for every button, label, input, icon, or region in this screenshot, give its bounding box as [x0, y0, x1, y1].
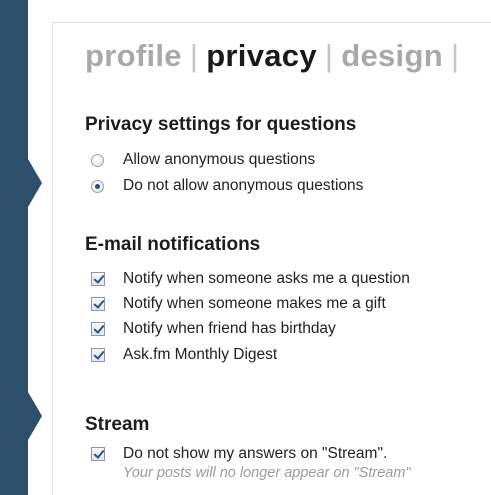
radio-button[interactable]	[91, 153, 104, 167]
left-sidebar	[0, 0, 28, 495]
checkbox-label: Do not show my answers on "Stream".	[123, 445, 388, 462]
tab-privacy[interactable]: privacy	[206, 38, 317, 73]
checkbox-checked[interactable]	[91, 322, 105, 336]
privacy-section-heading: Privacy settings for questions	[85, 114, 357, 135]
radio-label: Do not allow anonymous questions	[123, 177, 364, 194]
checkbox-label: Notify when someone asks me a question	[123, 270, 410, 287]
checkbox-label: Ask.fm Monthly Digest	[123, 346, 278, 363]
checkbox-checked[interactable]	[91, 348, 105, 362]
radio-disallow-anonymous[interactable]: Do not allow anonymous questions	[91, 176, 363, 196]
checkbox-notify-birthday[interactable]: Notify when friend has birthday	[91, 319, 336, 339]
radio-button-selected[interactable]	[91, 179, 104, 193]
tab-separator: |	[324, 38, 334, 73]
checkbox-checked[interactable]	[91, 297, 105, 311]
stream-section-heading: Stream	[85, 414, 150, 435]
checkbox-monthly-digest[interactable]: Ask.fm Monthly Digest	[91, 345, 277, 365]
tab-separator: |	[450, 38, 460, 73]
checkbox-label: Notify when friend has birthday	[123, 320, 336, 337]
settings-panel: profile | privacy | design | Privacy settings…	[52, 22, 491, 495]
settings-tabs: profile | privacy | design |	[85, 40, 467, 71]
checkbox-hide-stream[interactable]: Do not show my answers on "Stream".	[91, 444, 387, 464]
radio-allow-anonymous[interactable]: Allow anonymous questions	[91, 150, 315, 170]
radio-label: Allow anonymous questions	[123, 151, 316, 168]
stream-hint-text: Your posts will no longer appear on "Str…	[123, 465, 411, 481]
checkbox-checked[interactable]	[91, 447, 105, 461]
checkbox-notify-gift[interactable]: Notify when someone makes me a gift	[91, 294, 386, 314]
tab-design[interactable]: design	[341, 38, 443, 73]
checkbox-label: Notify when someone makes me a gift	[123, 295, 386, 312]
checkbox-notify-question[interactable]: Notify when someone asks me a question	[91, 269, 410, 289]
email-section-heading: E-mail notifications	[85, 234, 261, 255]
sidebar-pointer-bottom	[28, 392, 42, 440]
tab-profile[interactable]: profile	[85, 38, 182, 73]
sidebar-pointer-top	[28, 159, 42, 207]
tab-separator: |	[189, 38, 199, 73]
checkbox-checked[interactable]	[91, 272, 105, 286]
settings-screen: profile | privacy | design | Privacy settings…	[0, 0, 491, 495]
